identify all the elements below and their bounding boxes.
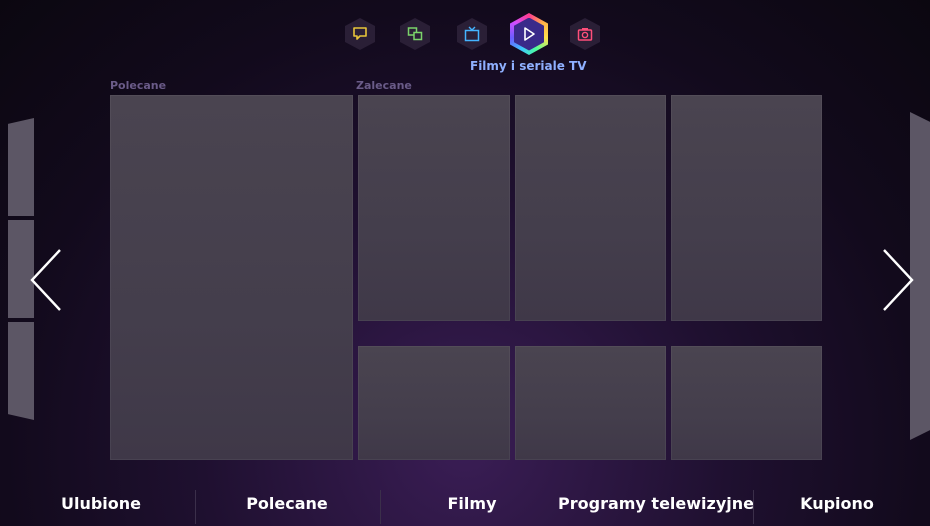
recommended-tile-4[interactable] — [358, 346, 510, 460]
tab-featured[interactable]: Polecane — [196, 488, 378, 526]
multiscreen-icon[interactable] — [400, 18, 430, 50]
category-bar: Ulubione Polecane Filmy Programy telewiz… — [0, 488, 930, 526]
movies-tv-play-icon[interactable] — [510, 13, 548, 55]
next-page-arrow-icon[interactable] — [878, 247, 918, 313]
camera-icon[interactable] — [570, 18, 600, 50]
previous-page-arrow-icon[interactable] — [26, 247, 66, 313]
featured-tile[interactable] — [110, 95, 353, 460]
tv-icon[interactable] — [457, 18, 487, 50]
recommended-section-label: Zalecane — [356, 79, 412, 92]
recommended-tile-6[interactable] — [671, 346, 822, 460]
tab-purchased[interactable]: Kupiono — [754, 488, 920, 526]
featured-section-label: Polecane — [110, 79, 167, 92]
recommended-tile-3[interactable] — [671, 95, 822, 321]
previous-page-panel-bottom — [8, 322, 34, 420]
tab-movies[interactable]: Filmy — [381, 488, 563, 526]
tab-tv-programs[interactable]: Programy telewizyjne — [558, 488, 754, 526]
top-nav: Filmy i seriale TV — [0, 8, 930, 78]
previous-page-panel-top — [8, 118, 34, 216]
tab-favorites[interactable]: Ulubione — [10, 488, 192, 526]
chat-bubble-icon[interactable] — [345, 18, 375, 50]
active-section-caption: Filmy i seriale TV — [470, 59, 587, 73]
recommended-tile-5[interactable] — [515, 346, 666, 460]
recommended-tile-1[interactable] — [358, 95, 510, 321]
recommended-tile-2[interactable] — [515, 95, 666, 321]
